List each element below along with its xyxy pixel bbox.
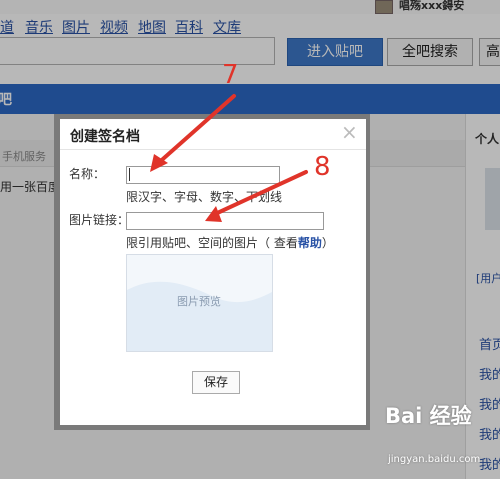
annotation-number-7: 7 — [222, 60, 239, 90]
watermark-url: jingyan.baidu.com — [388, 454, 481, 465]
baidu-jingyan-watermark: Bai 经验 — [385, 404, 472, 428]
annotation-number-8: 8 — [314, 152, 331, 182]
